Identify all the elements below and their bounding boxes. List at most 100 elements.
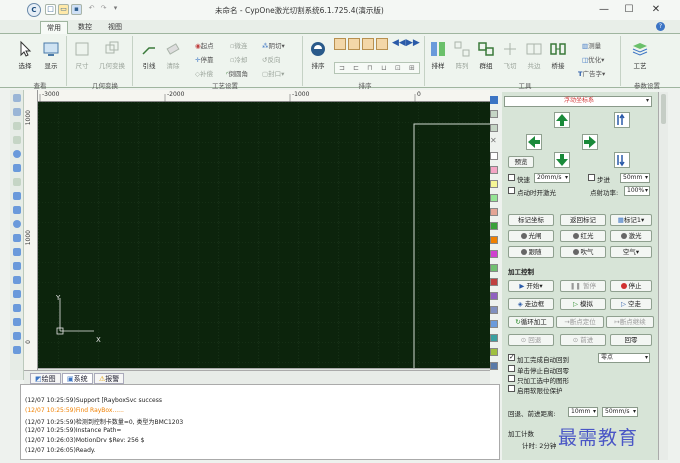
stop-return-checkbox[interactable]: [508, 365, 515, 372]
red-light-button[interactable]: 红光: [560, 230, 606, 242]
round-rect-tool-icon[interactable]: [13, 206, 21, 214]
quick-access-dropdown-icon[interactable]: ▾: [110, 4, 121, 15]
scroll-thumb[interactable]: [661, 94, 666, 124]
layer-swatch-mint[interactable]: [490, 264, 498, 272]
return-target-select[interactable]: 零点 ▾: [598, 353, 650, 363]
select-button[interactable]: 选择: [14, 40, 36, 70]
sort-tool-7-icon[interactable]: ⊓: [367, 64, 372, 72]
dry-run-button[interactable]: ▷ 空走: [610, 298, 652, 310]
sort-button[interactable]: 排序: [306, 40, 330, 70]
sort-tool-9-icon[interactable]: ⊡: [395, 64, 401, 72]
mirror-v-tool-icon[interactable]: [13, 304, 21, 312]
undo-icon[interactable]: ↶: [86, 4, 97, 15]
tab-nc[interactable]: 数控: [72, 21, 98, 34]
zoom-tool-icon[interactable]: [13, 332, 21, 340]
app-logo-icon[interactable]: C: [27, 3, 41, 17]
maximize-button[interactable]: ☐: [617, 2, 641, 18]
layer-tool-icon[interactable]: [490, 124, 498, 132]
point-tool-icon[interactable]: [13, 262, 21, 270]
stop-button[interactable]: 停止: [610, 280, 652, 292]
text-tool-icon[interactable]: [13, 276, 21, 284]
move-right-button[interactable]: [582, 134, 598, 150]
layer-swatch-red[interactable]: [490, 278, 498, 286]
follow-button[interactable]: 跟随: [508, 246, 554, 258]
arc-tool-icon[interactable]: [13, 164, 21, 172]
pan-tool-icon[interactable]: [13, 346, 21, 354]
move-up-button[interactable]: [554, 112, 570, 128]
layout-button[interactable]: 排样: [428, 40, 448, 70]
start-point-button[interactable]: ◉起点: [195, 40, 214, 50]
tab-common[interactable]: 常用: [40, 21, 68, 34]
sort-tool-1-icon[interactable]: [334, 38, 346, 50]
start-button[interactable]: ▶ 开始▾: [508, 280, 554, 292]
coord-system-select[interactable]: 浮动坐标系 ▾: [504, 96, 652, 107]
polyline-tool-icon[interactable]: [13, 136, 21, 144]
layer-swatch-steel[interactable]: [490, 362, 498, 370]
rect-tool-icon[interactable]: [13, 192, 21, 200]
layer-swatch-white[interactable]: [490, 152, 498, 160]
layer-swatch-salmon[interactable]: [490, 208, 498, 216]
measure-button[interactable]: ▥测量: [582, 40, 601, 50]
micro-joint-button[interactable]: ▫微连: [230, 40, 247, 50]
save-icon[interactable]: ▪: [71, 4, 82, 15]
fast-speed-select[interactable]: 20mm/s ▾: [534, 173, 570, 183]
mark-coord-button[interactable]: 标记坐标: [508, 214, 554, 226]
minimize-button[interactable]: —: [592, 2, 616, 18]
circle-tool-icon[interactable]: [13, 150, 21, 158]
layer-swatch-purple[interactable]: [490, 292, 498, 300]
laser-button[interactable]: 激光: [610, 230, 652, 242]
node-tool-icon[interactable]: [13, 108, 21, 116]
pointer-tool-icon[interactable]: [13, 94, 21, 102]
group-button[interactable]: 群组: [476, 40, 496, 70]
mark-select-button[interactable]: ▦标记1▾: [610, 214, 652, 226]
sort-tool-4-icon[interactable]: [376, 38, 388, 50]
sort-tool-10-icon[interactable]: ⊞: [409, 64, 415, 72]
close-button[interactable]: ✕: [644, 2, 668, 18]
size-button[interactable]: 尺寸: [70, 40, 94, 70]
drawing-canvas[interactable]: Y X: [38, 102, 490, 368]
walk-border-button[interactable]: ◈ 走边框: [508, 298, 554, 310]
layer-swatch-blue[interactable]: [490, 320, 498, 328]
back-button[interactable]: ⊙ 回退: [508, 334, 554, 346]
panel-vertical-scrollbar[interactable]: [658, 92, 668, 460]
lead-line-button[interactable]: 引线: [138, 40, 160, 70]
distance-select[interactable]: 10mm ▾: [568, 407, 598, 417]
pause-button[interactable]: ❚❚ 暂停: [560, 280, 606, 292]
layer-swatch-magenta[interactable]: [490, 250, 498, 258]
sort-tool-8-icon[interactable]: ⊔: [381, 64, 386, 72]
step-checkbox[interactable]: [588, 174, 595, 181]
step-value-select[interactable]: 50mm ▾: [620, 173, 650, 183]
ellipse-tool-icon[interactable]: [13, 220, 21, 228]
tab-drawing[interactable]: ◩绘图: [30, 373, 61, 384]
tab-view[interactable]: 视图: [102, 21, 128, 34]
sort-tool-3-icon[interactable]: [362, 38, 374, 50]
air-select-button[interactable]: 空气▾: [610, 246, 652, 258]
fly-cut-button[interactable]: 飞切: [500, 40, 520, 70]
spot-power-select[interactable]: 100% ▾: [624, 186, 650, 196]
loop-button[interactable]: ↻循环加工: [508, 316, 554, 328]
forward-button[interactable]: ⊙ 前进: [560, 334, 606, 346]
fast-checkbox[interactable]: [508, 174, 515, 181]
new-file-icon[interactable]: □: [45, 4, 56, 15]
bridge-tool-button[interactable]: 桥接: [548, 40, 568, 70]
display-button[interactable]: 显示: [40, 40, 62, 70]
blow-button[interactable]: 吹气: [560, 246, 606, 258]
compensate-button[interactable]: ◇补偿: [195, 68, 213, 78]
move-left-button[interactable]: [526, 134, 542, 150]
line-tool-icon[interactable]: [13, 122, 21, 130]
layer-swatch-pink[interactable]: [490, 166, 498, 174]
light-button[interactable]: 光闸: [508, 230, 554, 242]
auto-return-checkbox[interactable]: [508, 353, 515, 361]
star-tool-icon[interactable]: [13, 248, 21, 256]
break-continue-button[interactable]: ↦断点继续: [606, 316, 654, 328]
sort-tool-5-icon[interactable]: ⊐: [339, 64, 345, 72]
layer-swatch-yellow[interactable]: [490, 180, 498, 188]
stop-point-button[interactable]: ✛停靠: [195, 54, 213, 64]
mirror-h-tool-icon[interactable]: [13, 290, 21, 298]
open-folder-icon[interactable]: ▭: [58, 4, 69, 15]
simulate-button[interactable]: ▷ 模拟: [560, 298, 606, 310]
move-first-icon[interactable]: ◀◀: [392, 38, 406, 50]
layer-swatch-green[interactable]: [490, 222, 498, 230]
move-last-icon[interactable]: ▶▶: [406, 38, 420, 50]
preview-button[interactable]: 预览: [508, 156, 534, 168]
